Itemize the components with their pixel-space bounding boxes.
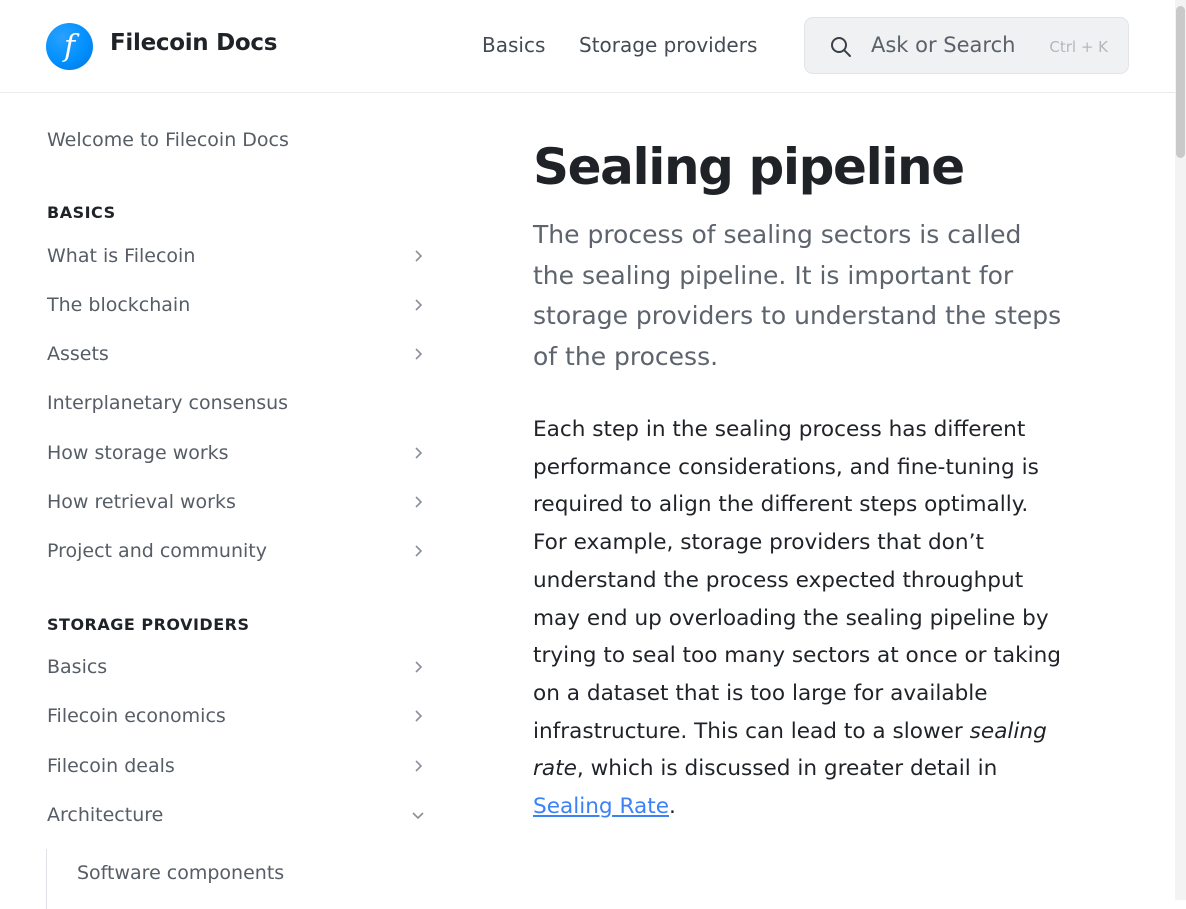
sidebar-item-the-blockchain[interactable]: The blockchain: [47, 294, 190, 316]
page-scrollbar-thumb[interactable]: [1176, 6, 1185, 158]
page-lead: The process of sealing sectors is called…: [533, 220, 1062, 371]
sidebar-subtree-line: [46, 849, 47, 909]
chevron-right-icon[interactable]: [411, 298, 425, 312]
top-bar: f Filecoin Docs Basics Storage providers…: [0, 0, 1175, 93]
site-title[interactable]: Filecoin Docs: [110, 30, 277, 56]
sidebar-item-welcome[interactable]: Welcome to Filecoin Docs: [47, 129, 289, 151]
sidebar-item-assets[interactable]: Assets: [47, 343, 109, 365]
logo-glyph: f: [63, 29, 76, 64]
chevron-right-icon[interactable]: [411, 249, 425, 263]
chevron-right-icon[interactable]: [411, 759, 425, 773]
chevron-right-icon[interactable]: [411, 347, 425, 361]
body-paragraph: Each step in the sealing process has dif…: [533, 411, 1063, 826]
sealing-rate-link[interactable]: Sealing Rate: [533, 794, 669, 819]
sidebar-item-sp-basics[interactable]: Basics: [47, 656, 107, 678]
body-text-middle: , which is discussed in greater detail i…: [576, 756, 998, 782]
search-box[interactable]: Ask or Search Ctrl + K: [804, 17, 1129, 74]
sidebar-item-how-storage-works[interactable]: How storage works: [47, 442, 229, 464]
sidebar-item-what-is-filecoin[interactable]: What is Filecoin: [47, 245, 195, 267]
sidebar-item-project-and-community[interactable]: Project and community: [47, 540, 267, 562]
nav-storage-providers-link[interactable]: Storage providers: [579, 33, 757, 57]
body-text-after: .: [669, 794, 676, 820]
chevron-right-icon[interactable]: [411, 660, 425, 674]
sidebar-heading-storage-providers: STORAGE PROVIDERS: [47, 615, 250, 634]
sidebar-item-how-retrieval-works[interactable]: How retrieval works: [47, 491, 236, 513]
sidebar-item-filecoin-economics[interactable]: Filecoin economics: [47, 705, 226, 727]
chevron-right-icon[interactable]: [411, 544, 425, 558]
body-text-before: Each step in the sealing process has dif…: [533, 417, 1062, 744]
sidebar-heading-basics: BASICS: [47, 203, 116, 222]
chevron-right-icon[interactable]: [411, 709, 425, 723]
sidebar-item-architecture[interactable]: Architecture: [47, 804, 163, 826]
page-title: Sealing pipeline: [533, 138, 965, 196]
chevron-down-icon[interactable]: [411, 808, 425, 822]
filecoin-logo-icon[interactable]: f: [46, 23, 93, 70]
search-placeholder: Ask or Search: [871, 33, 1016, 57]
sidebar-item-interplanetary-consensus[interactable]: Interplanetary consensus: [47, 392, 288, 414]
chevron-right-icon[interactable]: [411, 446, 425, 460]
chevron-right-icon[interactable]: [411, 495, 425, 509]
search-shortcut: Ctrl + K: [1049, 38, 1108, 56]
sidebar-item-filecoin-deals[interactable]: Filecoin deals: [47, 755, 175, 777]
sidebar: Welcome to Filecoin Docs BASICS What is …: [0, 94, 460, 909]
search-icon: [831, 37, 851, 57]
sidebar-item-software-components[interactable]: Software components: [77, 862, 284, 884]
nav-basics-link[interactable]: Basics: [482, 33, 545, 57]
